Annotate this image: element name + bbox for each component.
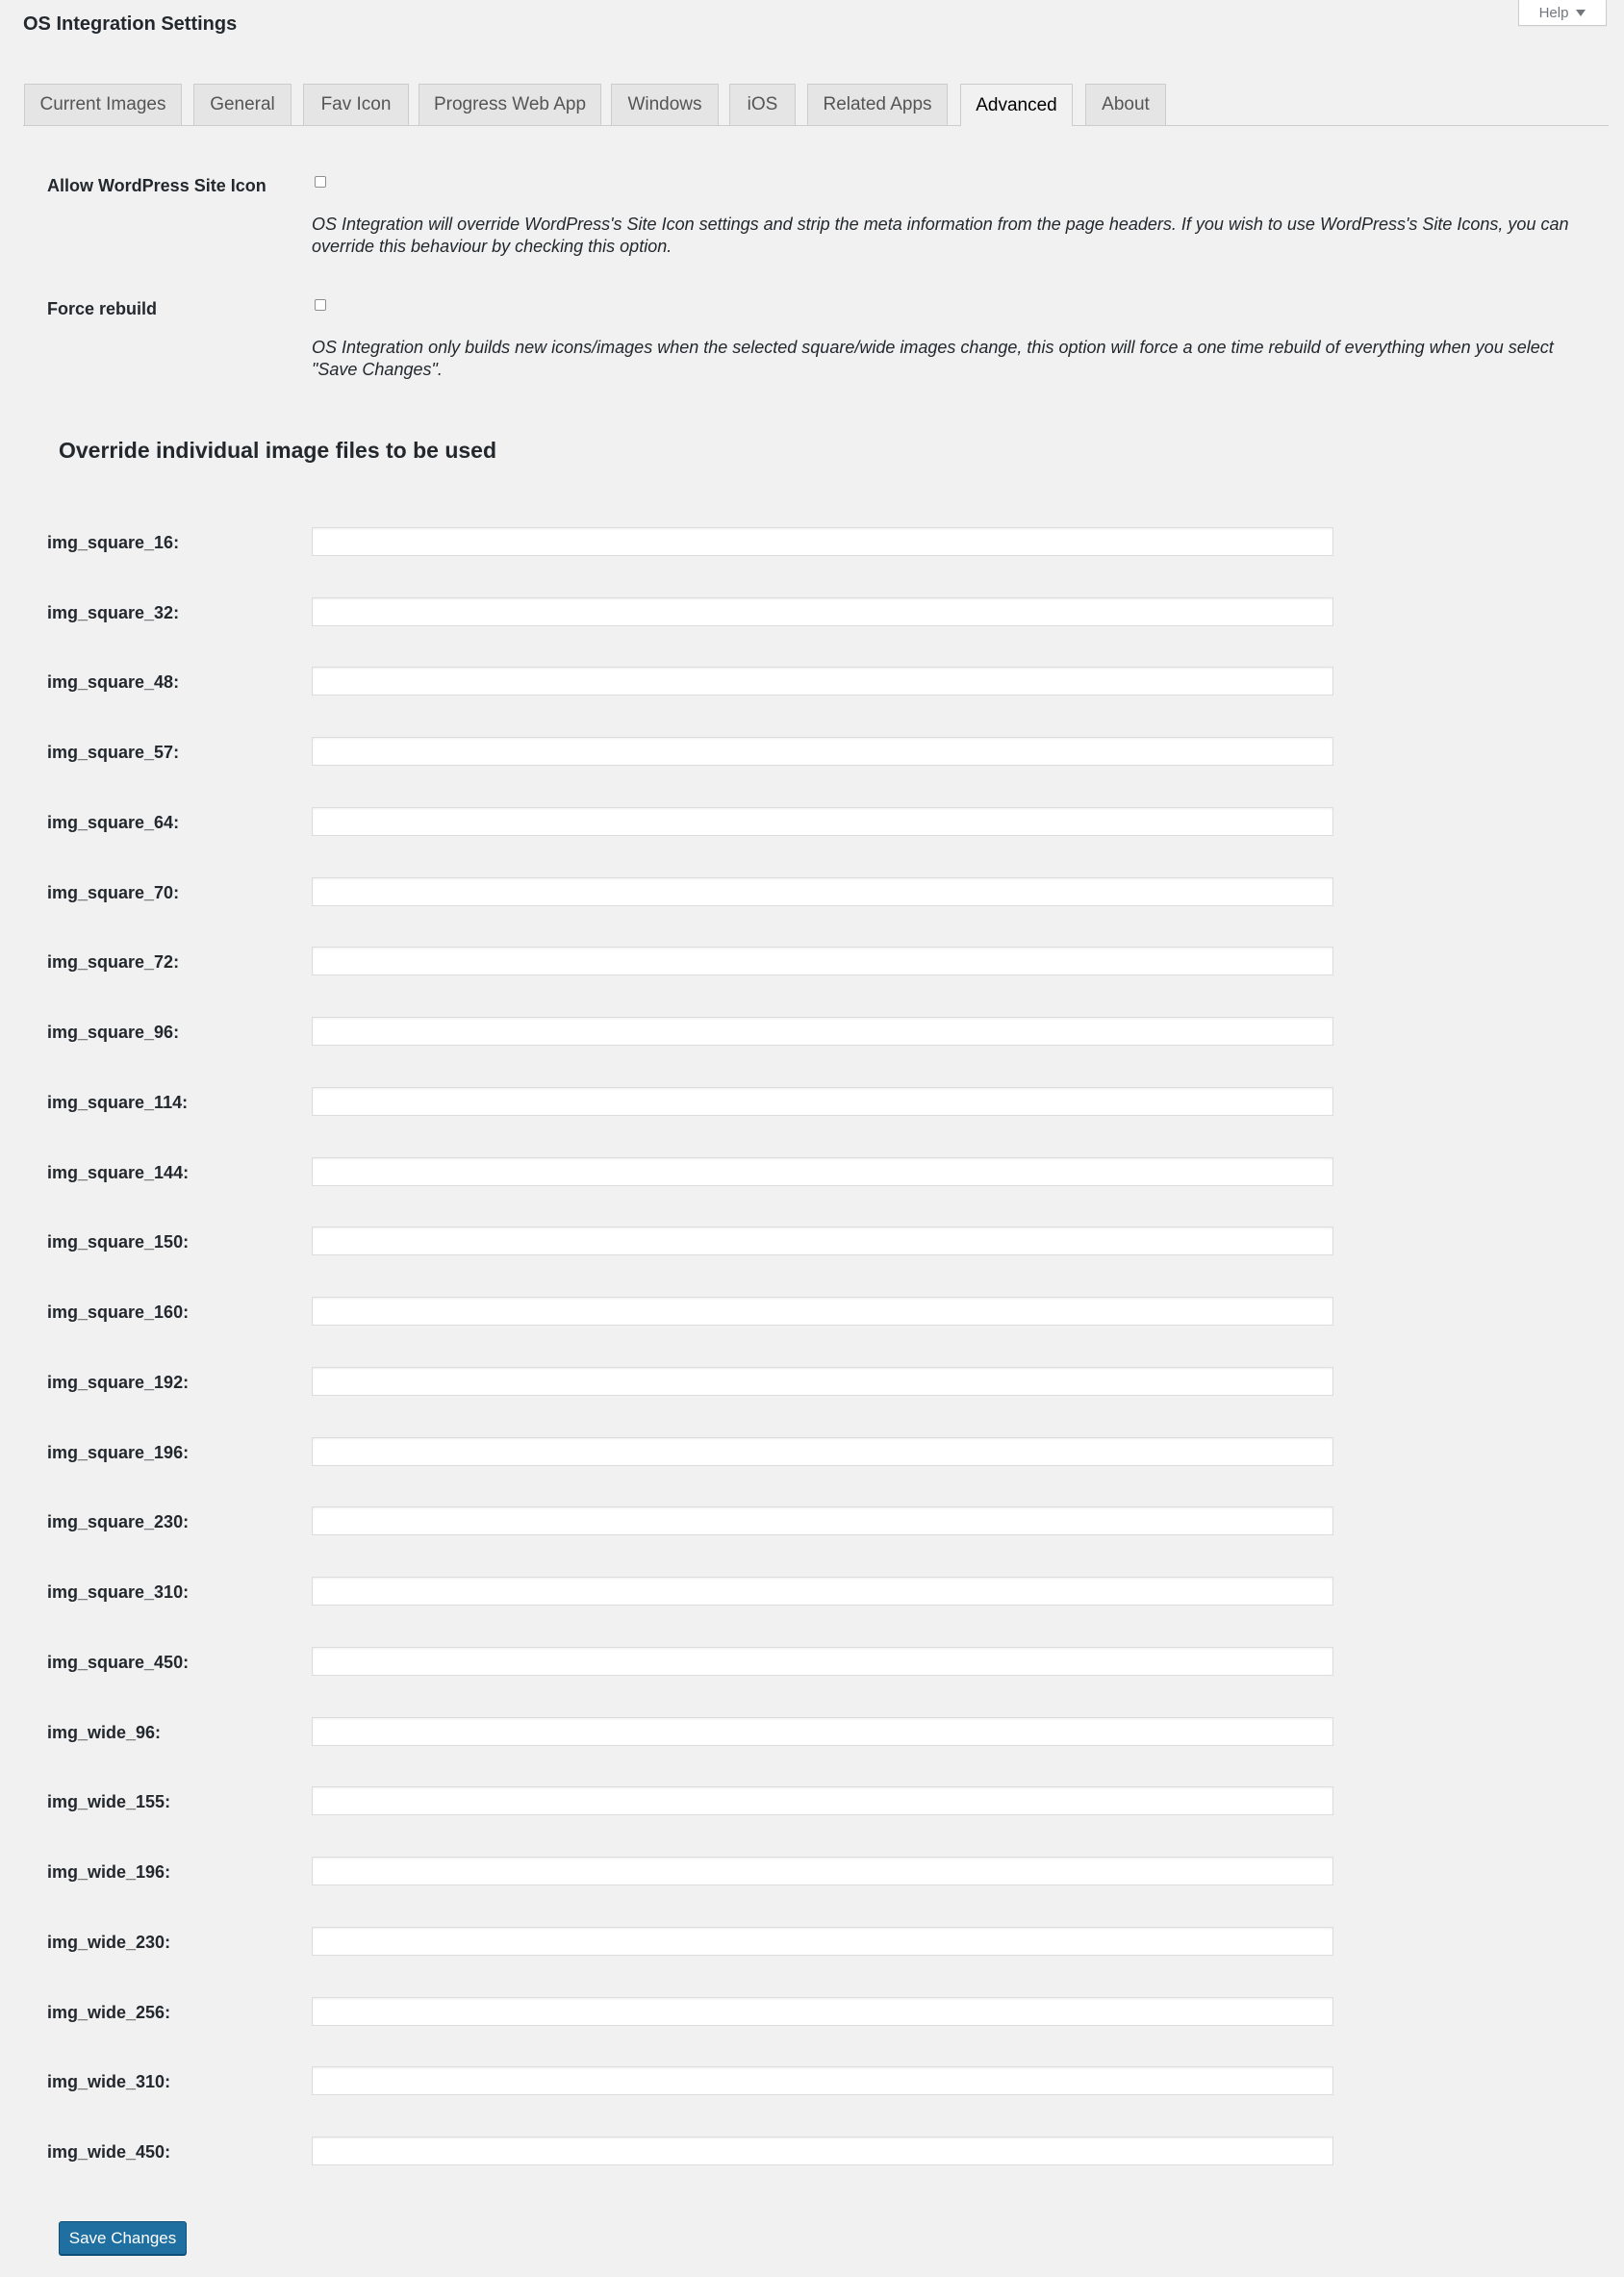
override-field-label: img_square_16: [47,533,180,552]
override-field-row: img_square_72: [0,947,1624,977]
override-field-label: img_square_150: [47,1232,190,1252]
override-section-heading: Override individual image files to be us… [59,438,497,463]
override-field-row: img_wide_155: [0,1786,1624,1817]
override-field-label: img_square_450: [47,1653,190,1672]
override-field-input[interactable] [312,807,1333,836]
override-field-input[interactable] [312,1087,1333,1116]
tab-progress-web-app[interactable]: Progress Web App [419,84,601,125]
override-field-input[interactable] [312,1647,1333,1676]
force-rebuild-description: OS Integration only builds new icons/ima… [312,338,1554,379]
force-rebuild-checkbox[interactable] [315,299,326,311]
caret-down-icon [1576,9,1586,16]
override-field-row: img_square_310: [0,1577,1624,1607]
override-field-label: img_wide_230: [47,1933,171,1952]
override-field-label: img_wide_96: [47,1723,162,1742]
override-field-label: img_square_32: [47,603,180,622]
override-field-row: img_square_192: [0,1367,1624,1398]
override-field-label: img_square_160: [47,1303,190,1322]
override-field-input[interactable] [312,1437,1333,1466]
force-rebuild-label: Force rebuild [47,299,158,318]
override-field-label: img_wide_155: [47,1792,171,1811]
override-field-input[interactable] [312,597,1333,626]
override-field-label: img_square_96: [47,1023,180,1042]
tab-general[interactable]: General [193,84,292,125]
override-field-label: img_square_230: [47,1512,190,1531]
override-field-row: img_square_48: [0,667,1624,697]
override-field-label: img_square_48: [47,672,180,692]
override-field-label: img_square_57: [47,743,180,762]
override-field-label: img_square_72: [47,952,180,972]
override-field-input[interactable] [312,1227,1333,1255]
page-title: OS Integration Settings [23,13,238,35]
override-field-input[interactable] [312,1367,1333,1396]
override-field-row: img_square_32: [0,597,1624,628]
override-field-input[interactable] [312,1506,1333,1535]
override-field-input[interactable] [312,737,1333,766]
tab-fav-icon[interactable]: Fav Icon [303,84,409,125]
override-field-input[interactable] [312,1157,1333,1186]
allow-site-icon-description: OS Integration will override WordPress's… [312,215,1569,256]
override-field-input[interactable] [312,1786,1333,1815]
override-field-row: img_wide_96: [0,1717,1624,1748]
override-field-label: img_wide_450: [47,2142,171,2162]
override-field-input[interactable] [312,1857,1333,1885]
override-field-label: img_wide_196: [47,1862,171,1882]
override-field-row: img_square_196: [0,1437,1624,1468]
override-field-row: img_square_144: [0,1157,1624,1188]
tab-about[interactable]: About [1085,84,1166,125]
tab-current-images[interactable]: Current Images [24,84,182,125]
override-field-row: img_square_150: [0,1227,1624,1257]
tab-windows[interactable]: Windows [611,84,719,125]
override-field-label: img_square_70: [47,883,180,902]
override-field-row: img_square_64: [0,807,1624,838]
override-field-input[interactable] [312,1577,1333,1606]
tab-related-apps[interactable]: Related Apps [807,84,948,125]
override-field-row: img_wide_256: [0,1997,1624,2028]
override-field-input[interactable] [312,2066,1333,2095]
override-field-row: img_square_96: [0,1017,1624,1048]
override-field-input[interactable] [312,877,1333,906]
override-field-input[interactable] [312,1717,1333,1746]
allow-site-icon-label: Allow WordPress Site Icon [47,176,266,195]
override-field-input[interactable] [312,667,1333,696]
override-field-input[interactable] [312,1297,1333,1326]
override-field-row: img_wide_196: [0,1857,1624,1887]
override-field-row: img_square_160: [0,1297,1624,1328]
override-field-label: img_square_310: [47,1582,190,1602]
override-field-input[interactable] [312,2137,1333,2165]
override-field-row: img_square_57: [0,737,1624,768]
override-field-row: img_square_16: [0,527,1624,558]
override-field-input[interactable] [312,527,1333,556]
override-field-input[interactable] [312,1017,1333,1046]
help-button[interactable]: Help [1518,0,1607,26]
override-field-row: img_square_450: [0,1647,1624,1678]
save-changes-button[interactable]: Save Changes [59,2221,187,2255]
tab-advanced[interactable]: Advanced [960,84,1073,126]
override-field-row: img_wide_310: [0,2066,1624,2097]
allow-site-icon-checkbox[interactable] [315,176,326,188]
override-field-input[interactable] [312,1997,1333,2026]
settings-tabs: Current Images General Fav Icon Progress… [23,84,1609,126]
override-field-input[interactable] [312,1927,1333,1956]
override-field-input[interactable] [312,947,1333,975]
override-field-label: img_wide_310: [47,2072,171,2091]
override-field-row: img_wide_230: [0,1927,1624,1958]
override-field-label: img_wide_256: [47,2003,171,2022]
override-field-row: img_square_114: [0,1087,1624,1118]
override-field-label: img_square_192: [47,1373,190,1392]
override-field-label: img_square_144: [47,1163,190,1182]
override-field-label: img_square_114: [47,1093,189,1112]
tab-ios[interactable]: iOS [729,84,796,125]
override-field-row: img_square_70: [0,877,1624,908]
override-field-label: img_square_196: [47,1443,190,1462]
help-label: Help [1538,4,1569,21]
override-field-label: img_square_64: [47,813,180,832]
override-field-row: img_wide_450: [0,2137,1624,2167]
override-field-row: img_square_230: [0,1506,1624,1537]
